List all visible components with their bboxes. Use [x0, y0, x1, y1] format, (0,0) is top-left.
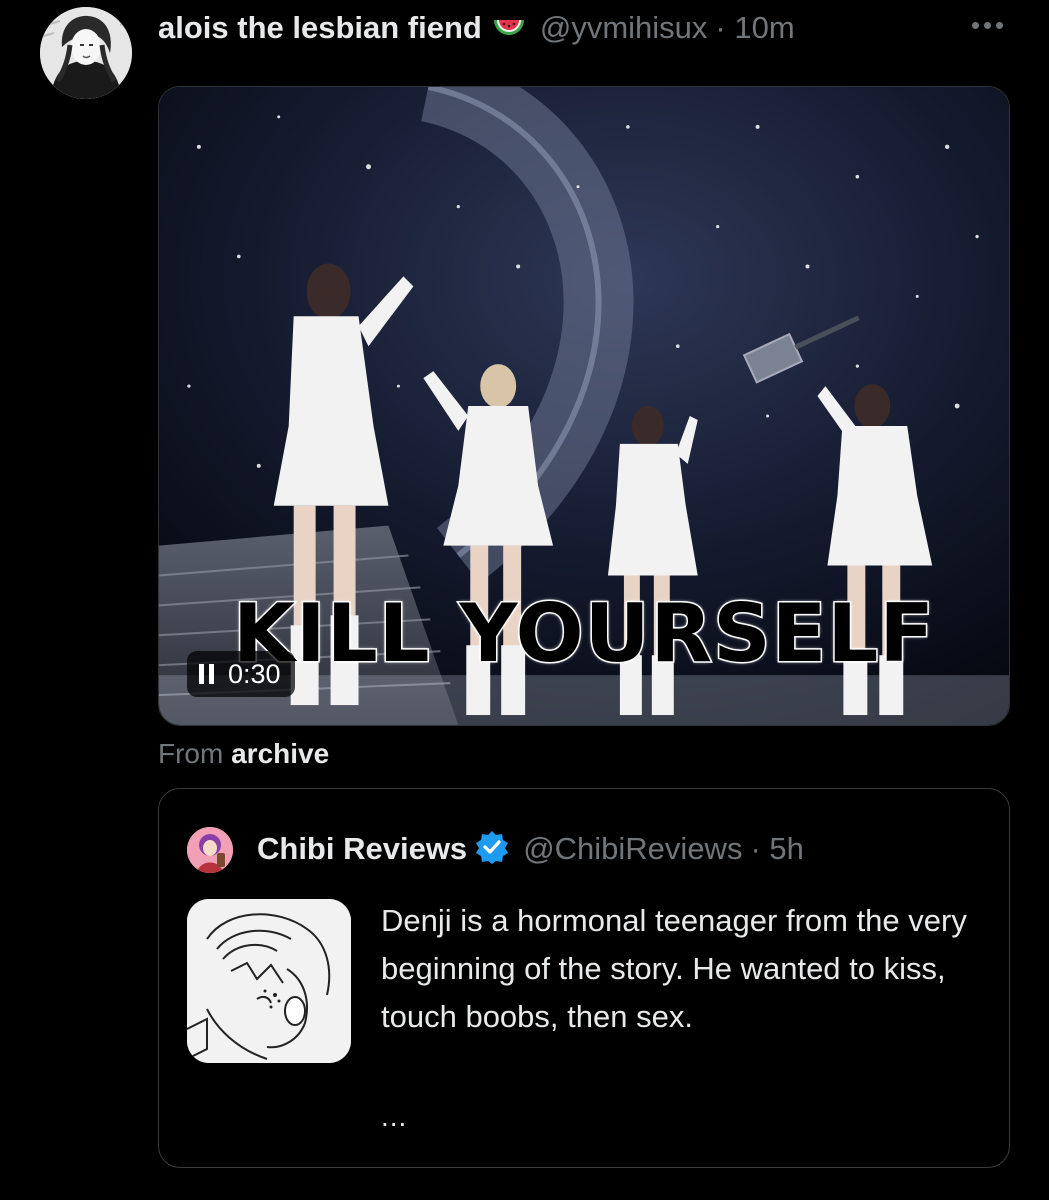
author-avatar[interactable]: [40, 7, 132, 99]
video-player[interactable]: KILL YOURSELF 0:30: [158, 86, 1010, 726]
quoted-author-handle[interactable]: @ChibiReviews: [523, 831, 742, 867]
quoted-post-text: Denji is a hormonal teenager from the ve…: [381, 903, 967, 1034]
quoted-post-timestamp[interactable]: · 5h: [750, 831, 803, 867]
quoted-post-ellipsis: ...: [381, 1101, 408, 1132]
watermelon-icon: [492, 17, 526, 39]
pause-icon[interactable]: [199, 664, 214, 684]
quoted-post-header: Chibi Reviews @ChibiReviews · 5h: [257, 825, 804, 873]
video-source-link[interactable]: archive: [231, 738, 329, 769]
video-time: 0:30: [228, 658, 281, 689]
quoted-author-avatar[interactable]: [187, 827, 233, 873]
quoted-post[interactable]: Chibi Reviews @ChibiReviews · 5h Denji i…: [158, 788, 1010, 1168]
quoted-post-image[interactable]: [187, 899, 351, 1063]
video-source: From archive: [158, 738, 329, 770]
author-handle[interactable]: @yvmihisux: [540, 10, 708, 46]
more-horizontal-icon[interactable]: [972, 22, 1003, 29]
quoted-author-name[interactable]: Chibi Reviews: [257, 831, 467, 867]
post-timestamp[interactable]: · 10m: [715, 10, 794, 46]
video-playback-control[interactable]: 0:30: [187, 651, 295, 697]
post-header: alois the lesbian fiend @yvmihisux · 10m: [158, 8, 795, 48]
verified-badge-icon: [467, 830, 523, 869]
video-source-prefix: From: [158, 738, 224, 769]
author-name[interactable]: alois the lesbian fiend: [158, 10, 482, 46]
